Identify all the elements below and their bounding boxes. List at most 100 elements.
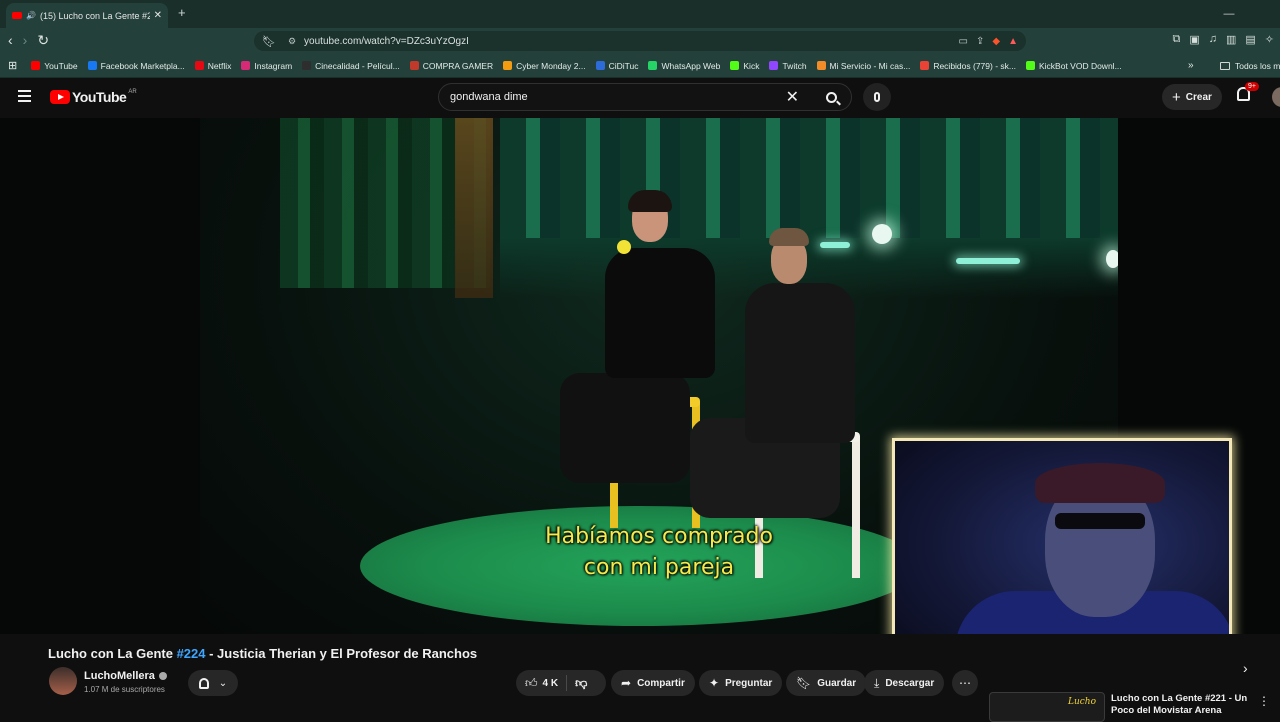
reload-button[interactable]: ↻: [37, 32, 49, 49]
bookmark-label: YouTube: [44, 60, 78, 71]
channel-avatar[interactable]: [49, 667, 77, 695]
search-box[interactable]: gondwana dime ✕: [438, 83, 852, 111]
bookmark-icon[interactable]: 🔖︎: [262, 35, 276, 48]
bookmark-item[interactable]: Instagram: [241, 61, 292, 71]
account-avatar[interactable]: [1272, 87, 1280, 107]
apps-grid-icon[interactable]: ⊞: [8, 59, 17, 72]
bookmark-item[interactable]: Mi Servicio - Mi cas...: [816, 60, 911, 71]
subscription-bell-button[interactable]: ⌄: [188, 670, 238, 696]
chevron-right-icon[interactable]: ›: [1243, 660, 1248, 676]
bookmark-item[interactable]: Twitch: [769, 61, 807, 71]
bookmark-item[interactable]: Cyber Monday 2...: [503, 61, 586, 71]
bookmark-item[interactable]: COMPRA GAMER: [409, 60, 494, 71]
stage-light: [872, 224, 892, 244]
minimize-button[interactable]: —: [1212, 0, 1246, 28]
verified-icon: [158, 672, 167, 680]
wallet-icon[interactable]: ▤: [1245, 33, 1255, 46]
extensions-icon[interactable]: ⧉: [1172, 33, 1180, 46]
share-icon[interactable]: ⇪: [976, 36, 984, 47]
light-beam: [820, 242, 850, 248]
close-tab-icon[interactable]: ✕: [154, 10, 162, 21]
back-button[interactable]: ‹: [8, 32, 13, 49]
bookmark-label: Instagram: [254, 60, 293, 71]
stage-curtain-right: [500, 118, 1118, 298]
like-count: 4 K: [542, 677, 559, 689]
dislike-button[interactable]: 👎︎: [567, 676, 587, 691]
recommended-title[interactable]: Lucho con La Gente #221 - Un Poco del Mo…: [1111, 693, 1251, 717]
video-title-prefix: Lucho con La Gente: [48, 646, 177, 661]
yellow-microphone: [617, 240, 631, 254]
brave-shield-icon[interactable]: ◆: [992, 36, 1000, 47]
maximize-button[interactable]: [1246, 0, 1280, 28]
menu-icon[interactable]: [18, 90, 31, 105]
host-legs: [560, 373, 690, 483]
video-hashtag[interactable]: #224: [177, 646, 206, 661]
channel-name[interactable]: LuchoMellera: [84, 670, 155, 682]
search-button[interactable]: [811, 84, 851, 110]
channel-name-link[interactable]: LuchoMellera: [84, 670, 167, 682]
screenshot-icon[interactable]: ▣: [1189, 33, 1199, 46]
window-controls: —: [1212, 0, 1280, 28]
bookmark-label: WhatsApp Web: [661, 60, 721, 71]
more-actions-button[interactable]: ⋯: [952, 670, 978, 696]
bookmark-list: YouTube Facebook Marketpla... Netflix Insta…: [31, 61, 1131, 71]
notifications-button[interactable]: 9+: [1237, 82, 1259, 101]
new-tab-button[interactable]: +: [178, 5, 186, 20]
brave-rewards-icon[interactable]: ▲: [1008, 36, 1018, 47]
search-icon: [825, 91, 837, 103]
bookmark-item[interactable]: WhatsApp Web: [648, 61, 720, 71]
sidebar-icon[interactable]: ▥: [1226, 33, 1236, 46]
bookmark-label: Mi Servicio - Mi cas...: [829, 60, 911, 71]
leo-icon[interactable]: ✧: [1265, 33, 1274, 46]
download-icon: ⤓: [874, 675, 880, 690]
recommended-thumbnail[interactable]: Lucho: [989, 692, 1105, 722]
media-icon[interactable]: ♫: [1209, 33, 1217, 46]
cast-icon[interactable]: ▭: [959, 36, 968, 47]
browser-tab[interactable]: 🔊 (15) Lucho con La Gente #224 ✕: [6, 3, 168, 28]
more-bookmarks-button[interactable]: »: [1188, 60, 1194, 71]
bookmark-item[interactable]: YouTube: [31, 60, 78, 71]
bookmark-item[interactable]: Facebook Marketpla...: [87, 60, 185, 71]
bookmark-item[interactable]: KickBot VOD Downl...: [1025, 61, 1122, 71]
voice-search-button[interactable]: [863, 83, 891, 111]
save-button[interactable]: 🔖︎ Guardar: [786, 670, 867, 696]
bookmark-favicon-icon: [409, 61, 419, 70]
recommended-more-icon[interactable]: ⋮: [1258, 694, 1270, 708]
all-bookmarks-label: Todos los m: [1235, 60, 1280, 71]
search-input[interactable]: gondwana dime: [450, 91, 786, 103]
url-text[interactable]: youtube.com/watch?v=DZc3uYzOgzI: [304, 36, 959, 47]
like-dislike-group: 👍︎ 4 K 👎︎: [516, 670, 606, 696]
bookmark-label: CiDiTuc: [608, 60, 639, 71]
bookmark-item[interactable]: Netflix: [194, 61, 231, 71]
video-title-suffix: - Justicia Therian y El Profesor de Ranc…: [205, 646, 478, 661]
address-bar-actions: ▭ ⇪ ◆ ▲: [959, 36, 1018, 47]
host-hair: [628, 190, 672, 212]
bookmark-favicon-icon: [816, 61, 826, 70]
speaker-icon[interactable]: 🔊: [26, 11, 36, 20]
browser-toolbar: ‹ › ↻ 🔖︎ ⚙ youtube.com/watch?v=DZc3uYzOg…: [0, 28, 1280, 54]
tab-title: (15) Lucho con La Gente #224: [39, 10, 150, 21]
sparkle-icon: ✦: [709, 676, 720, 690]
bookmark-item[interactable]: Recibidos (779) - sk...: [920, 61, 1016, 71]
clear-search-icon[interactable]: ✕: [786, 87, 799, 107]
create-button[interactable]: + Crear: [1162, 84, 1222, 110]
all-bookmarks-folder[interactable]: Todos los m: [1220, 61, 1280, 71]
plus-icon: +: [1172, 88, 1181, 106]
ask-label: Preguntar: [725, 677, 773, 689]
forward-button[interactable]: ›: [23, 32, 28, 49]
like-button[interactable]: 👍︎ 4 K: [516, 675, 568, 691]
bookmark-item[interactable]: Cinecalidad - Películ...: [302, 61, 400, 71]
share-button[interactable]: ➦ Compartir: [611, 670, 695, 696]
download-button[interactable]: ⤓ Descargar: [864, 670, 945, 696]
bookmark-label: Facebook Marketpla...: [100, 60, 185, 71]
site-info-icon[interactable]: ⚙: [288, 36, 296, 47]
bookmark-label: COMPRA GAMER: [422, 60, 494, 71]
ask-button[interactable]: ✦ Preguntar: [699, 670, 783, 696]
bookmark-item[interactable]: CiDiTuc: [595, 60, 639, 71]
youtube-logo[interactable]: YouTube AR: [50, 89, 137, 105]
youtube-play-icon: [50, 90, 70, 104]
address-bar[interactable]: 🔖︎ ⚙ youtube.com/watch?v=DZc3uYzOgzI ▭ ⇪…: [254, 31, 1026, 51]
bookmark-item[interactable]: Kick: [730, 61, 759, 71]
share-arrow-icon: ➦: [621, 676, 632, 690]
youtube-favicon-icon: [12, 12, 22, 19]
